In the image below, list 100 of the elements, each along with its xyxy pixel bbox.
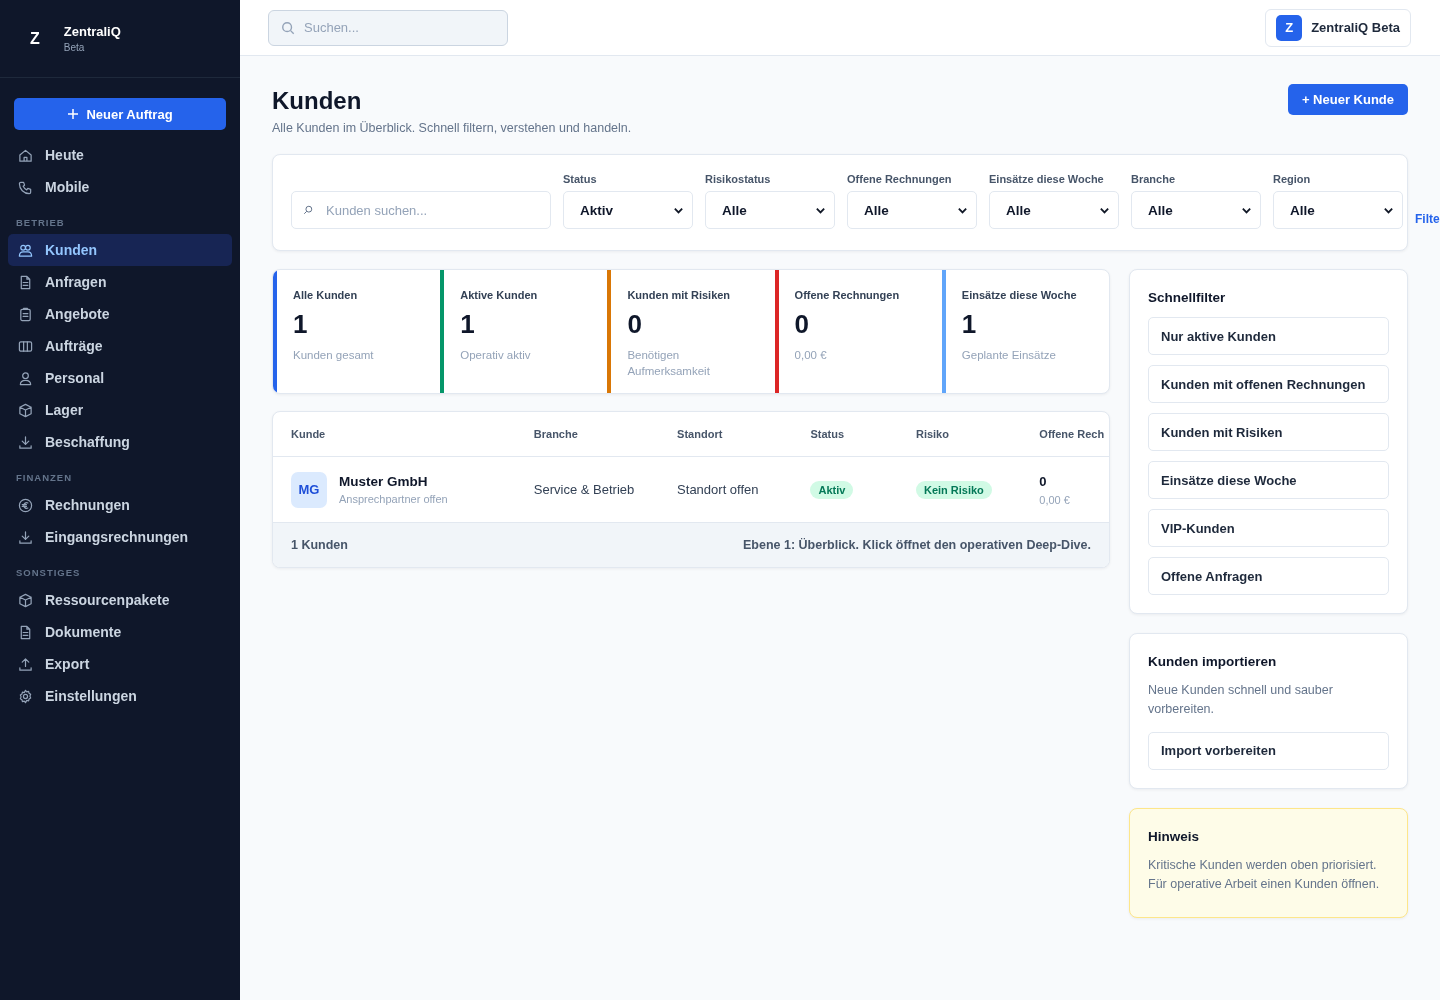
stat-value: 0: [627, 309, 643, 340]
column-header: Risiko: [915, 428, 950, 440]
nav-item[interactable]: Eingangsrechnungen: [8, 521, 232, 553]
quick-filter-button[interactable]: Kunden mit Risiken: [1148, 413, 1389, 451]
quick-filter-button[interactable]: Einsätze diese Woche: [1148, 461, 1389, 499]
column-header: Status: [810, 428, 846, 440]
section-heading: FINANZEN: [15, 471, 74, 485]
customer-contact: Ansprechpartner offen: [339, 493, 448, 505]
filter-select[interactable]: Alle: [1273, 191, 1403, 229]
customer-search-field[interactable]: Kunden suchen...: [291, 191, 551, 229]
status-badge: Aktiv: [810, 481, 854, 499]
stat-title: Alle Kunden: [293, 289, 359, 301]
column-header: Branche: [533, 428, 579, 440]
euro-icon: [18, 497, 33, 513]
download-icon: [18, 434, 33, 450]
quick-filter-button[interactable]: Offene Anfragen: [1148, 557, 1389, 595]
new-order-button[interactable]: Neuer Auftrag: [14, 98, 226, 130]
stat-note: Benötigen Aufmerksamkeit: [627, 348, 711, 379]
page-title: Kunden: [272, 87, 363, 115]
quick-filter-button[interactable]: VIP-Kunden: [1148, 509, 1389, 547]
filter-select[interactable]: Alle: [1131, 191, 1261, 229]
nav-item[interactable]: Export: [8, 648, 232, 680]
column-header: Kunde: [291, 428, 327, 440]
filter-select[interactable]: Aktiv: [563, 191, 693, 229]
phone-icon: [18, 179, 33, 195]
box-icon: [18, 402, 33, 418]
nav-item[interactable]: Einstellungen: [8, 680, 232, 712]
customer-avatar: MG: [291, 471, 327, 508]
logo: Z: [30, 29, 40, 48]
upload-icon: [18, 656, 33, 672]
brand-subtitle: Beta: [63, 42, 86, 53]
stat-value: 1: [460, 309, 476, 340]
nav-item[interactable]: Mobile: [8, 171, 232, 203]
stat-title: Offene Rechnungen: [794, 289, 900, 301]
nav-item[interactable]: Kunden: [8, 234, 232, 266]
clipboard-icon: [18, 306, 33, 322]
doc-icon: [18, 274, 33, 290]
filter-link[interactable]: Filte: [1415, 212, 1440, 226]
stat-value: 1: [961, 309, 978, 340]
stat-value: 0: [794, 309, 811, 340]
footer-count: 1 Kunden: [291, 538, 348, 552]
account-avatar: Z: [1276, 14, 1303, 41]
new-customer-button[interactable]: + Neuer Kunde: [1287, 84, 1408, 115]
filter-select[interactable]: Alle: [989, 191, 1119, 229]
column-header: Offene Rech: [1039, 428, 1106, 440]
account-button[interactable]: Z ZentraliQ Beta: [1265, 8, 1411, 47]
filter-label: Status: [563, 173, 598, 185]
customer-name: Muster GmbH: [339, 474, 429, 489]
nav-item[interactable]: Lager: [8, 394, 232, 426]
page-subtitle: Alle Kunden im Überblick. Schnell filtern, verstehen und handeln.: [272, 121, 632, 135]
nav-item[interactable]: Beschaffung: [8, 426, 232, 458]
stat-title: Kunden mit Risiken: [627, 289, 732, 301]
quick-filter-button[interactable]: Nur aktive Kunden: [1148, 317, 1389, 355]
stat-note: Kunden gesamt: [293, 348, 374, 363]
doc-icon: [18, 624, 33, 640]
box-icon: [18, 592, 33, 608]
brand-name: ZentraliQ: [63, 24, 121, 39]
search-field[interactable]: Suchen...: [268, 9, 508, 46]
nav-item[interactable]: Heute: [8, 139, 232, 171]
open-amount: 0,00 €: [1039, 493, 1071, 506]
filter-label: Branche: [1131, 173, 1177, 185]
user-icon: [18, 370, 33, 386]
table-cell-text: Service & Betrieb: [533, 482, 636, 497]
import-button[interactable]: Import vorbereiten: [1148, 731, 1389, 770]
card-text: Kritische Kunden werden oben priorisiert. Für operative Arbeit einen Kunden öffnen.: [1148, 856, 1381, 894]
download-icon: [18, 529, 33, 545]
nav-item[interactable]: Dokumente: [8, 616, 232, 648]
account-name: ZentraliQ Beta: [1311, 20, 1400, 35]
nav-item[interactable]: Personal: [8, 362, 232, 394]
search-icon: [303, 205, 313, 215]
quick-filter-button[interactable]: Kunden mit offenen Rechnungen: [1148, 365, 1389, 403]
nav-item[interactable]: Rechnungen: [8, 489, 232, 521]
open-count: 0: [1039, 473, 1048, 489]
card-title: Schnellfilter: [1148, 290, 1227, 305]
nav-item[interactable]: Angebote: [8, 298, 232, 330]
filter-label: Offene Rechnungen: [847, 173, 953, 185]
gear-icon: [18, 688, 33, 704]
card-title: Hinweis: [1148, 828, 1200, 844]
stat-title: Aktive Kunden: [460, 289, 538, 301]
filter-select[interactable]: Alle: [847, 191, 977, 229]
column-header: Standort: [677, 428, 724, 440]
columns-icon: [18, 338, 33, 354]
stat-title: Einsätze diese Woche: [961, 289, 1077, 301]
table-cell-text: Standort offen: [677, 482, 760, 497]
filter-label: Einsätze diese Woche: [989, 173, 1105, 185]
home-icon: [18, 147, 33, 163]
filter-select[interactable]: Alle: [705, 191, 835, 229]
users-icon: [18, 242, 33, 258]
footer-note: Ebene 1: Überblick. Klick öffnet den operativen Deep-Dive.: [743, 538, 1091, 552]
stat-note: 0,00 €: [794, 348, 828, 363]
nav-item[interactable]: Aufträge: [8, 330, 232, 362]
filter-label: Region: [1273, 173, 1312, 185]
filter-label: Risikostatus: [705, 173, 772, 185]
card-title: Kunden importieren: [1148, 654, 1278, 669]
nav-item[interactable]: Anfragen: [8, 266, 232, 298]
card-text: Neue Kunden schnell und sauber vorbereiten.: [1148, 682, 1334, 719]
risk-badge: Kein Risiko: [915, 481, 992, 499]
stat-note: Geplante Einsätze: [961, 348, 1057, 363]
nav-item[interactable]: Ressourcenpakete: [8, 584, 232, 616]
stat-note: Operativ aktiv: [460, 348, 532, 363]
